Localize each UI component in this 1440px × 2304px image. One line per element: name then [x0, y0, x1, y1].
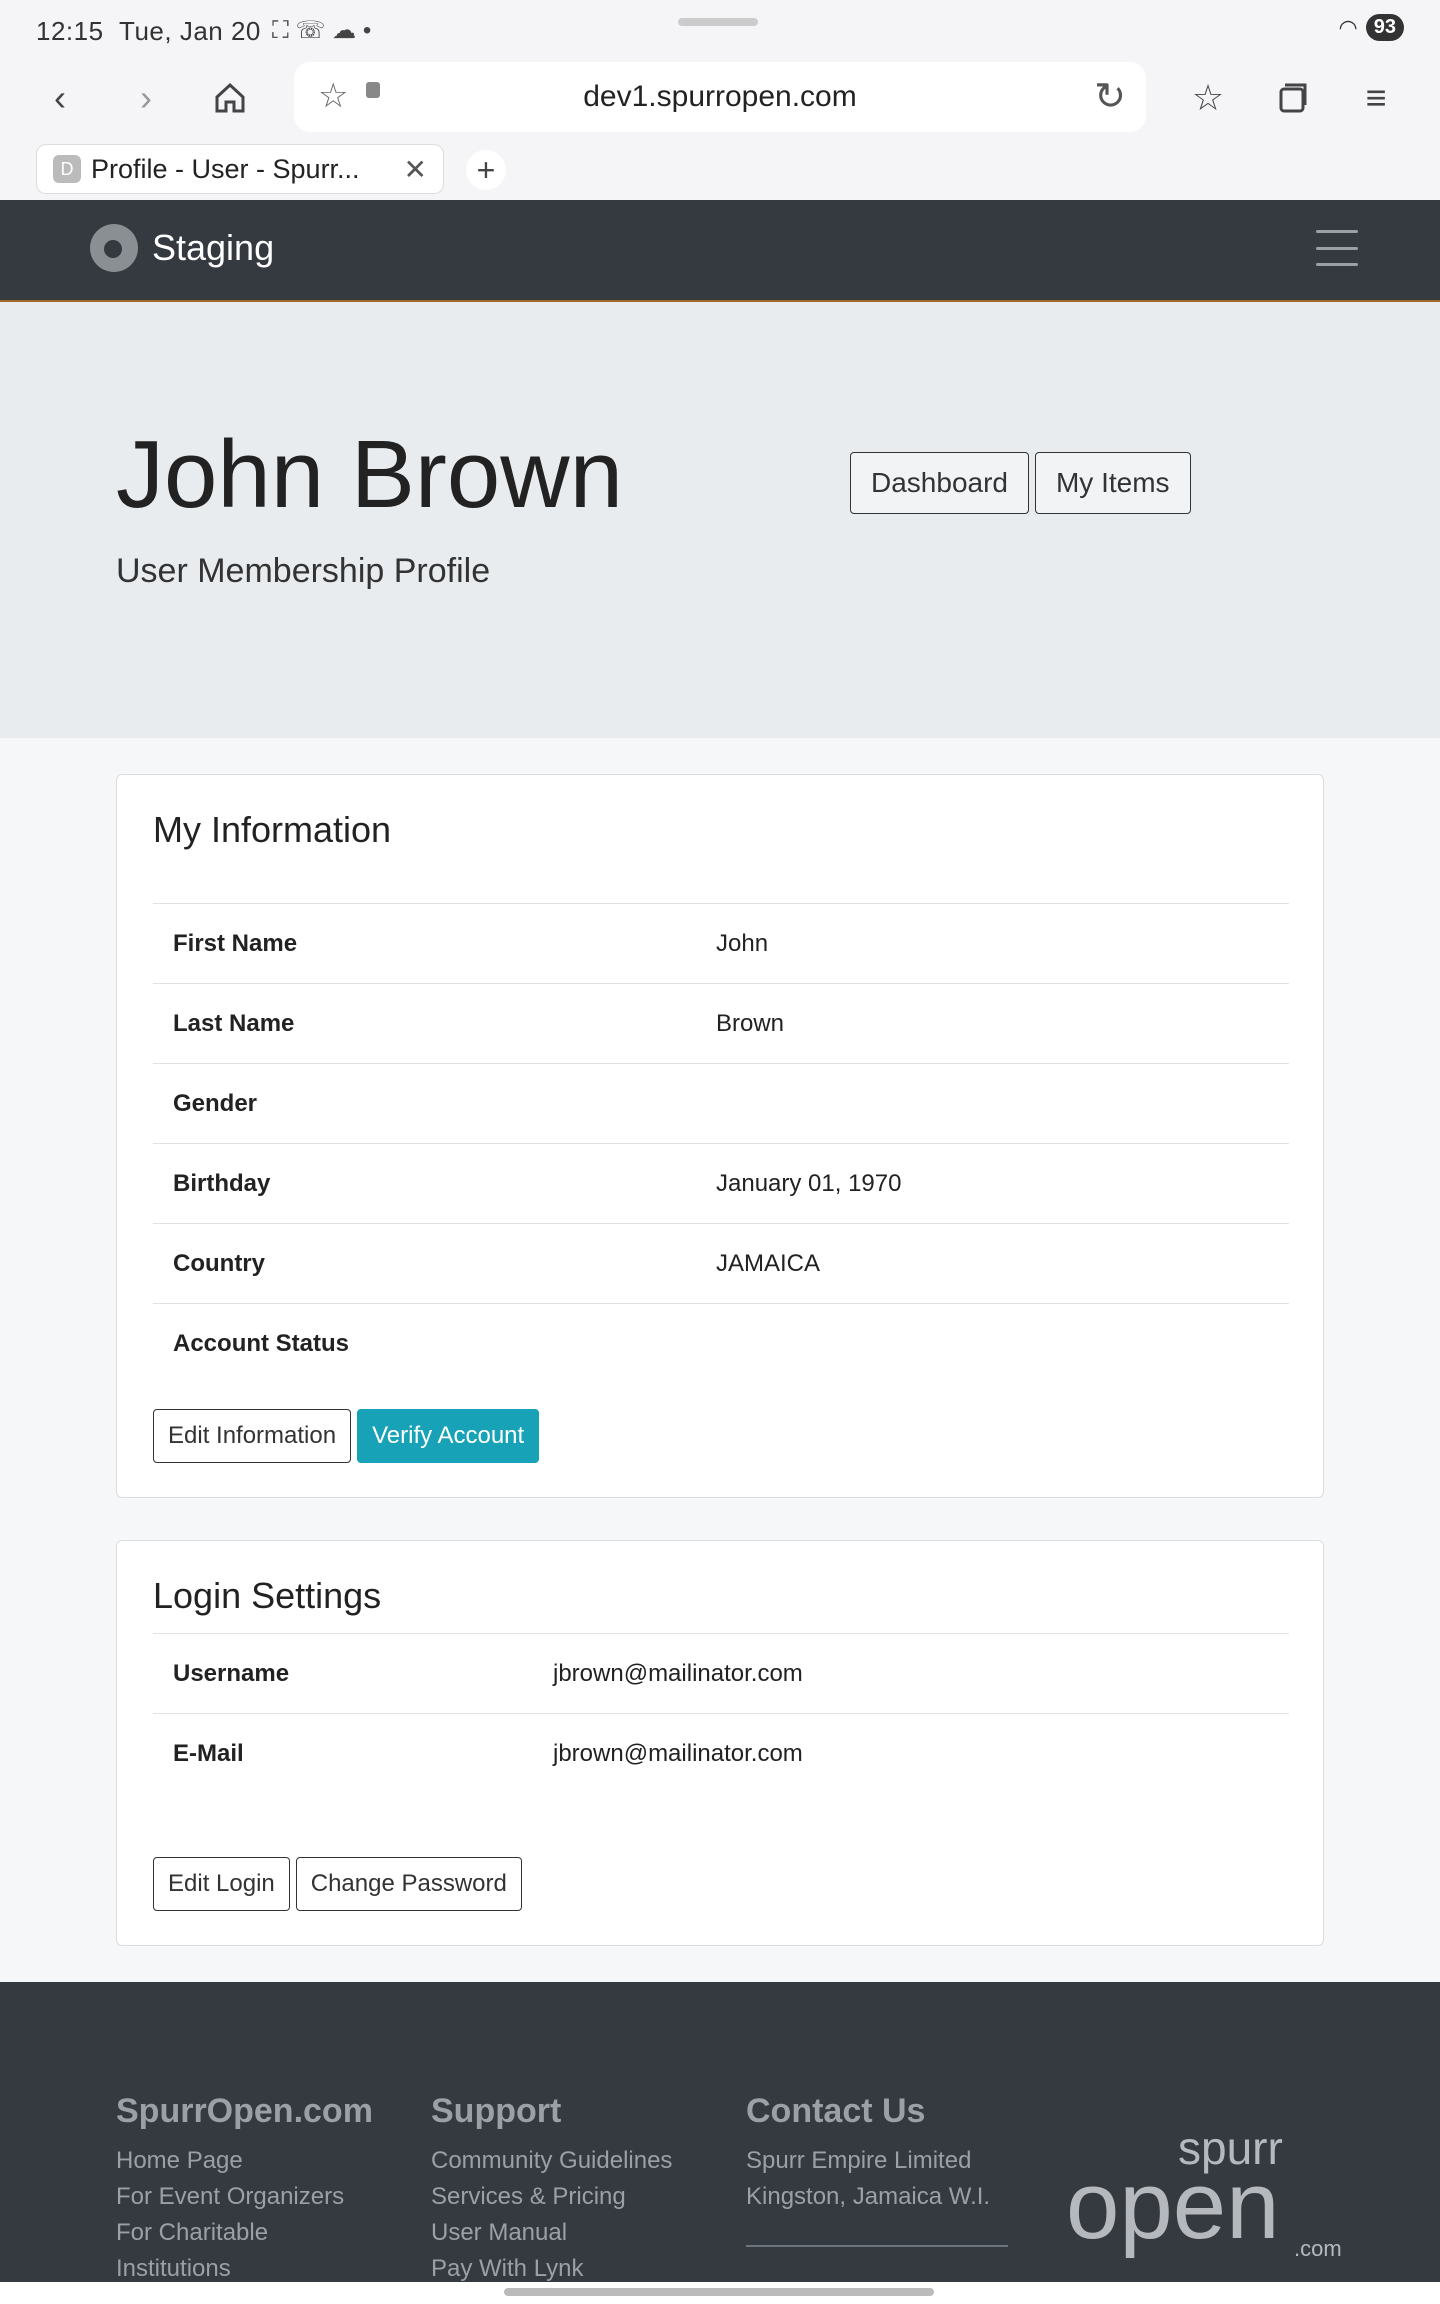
site-footer: SpurrOpen.com Home Page For Event Organi…: [0, 1982, 1440, 2282]
footer-link-charitable[interactable]: For Charitable: [116, 2215, 373, 2251]
favorites-icon[interactable]: ☆: [1180, 70, 1236, 126]
footer-link-pricing[interactable]: Services & Pricing: [431, 2179, 672, 2215]
profile-header: John Brown User Membership Profile Dashb…: [0, 302, 1440, 738]
user-name-heading: John Brown: [116, 421, 623, 528]
status-time: 12:15 Tue, Jan 20: [36, 16, 261, 46]
info-label: Account Status: [173, 1330, 350, 1357]
dashboard-button[interactable]: Dashboard: [850, 452, 1029, 514]
edit-information-button[interactable]: Edit Information: [153, 1409, 352, 1463]
info-label: First Name: [173, 930, 298, 957]
drag-handle[interactable]: [678, 18, 758, 26]
info-row: Country JAMAICA: [153, 1223, 1289, 1303]
wifi-icon: ◠: [1338, 14, 1358, 40]
status-bar: 12:15 Tue, Jan 20 ⛶ ☏ ☁ • ◠ 93: [0, 0, 1440, 58]
my-information-title: My Information: [153, 809, 392, 850]
menu-icon[interactable]: ≡: [1348, 70, 1404, 126]
info-label: Birthday: [173, 1170, 271, 1197]
verify-account-button[interactable]: Verify Account: [357, 1409, 540, 1463]
footer-heading: Support: [431, 2092, 562, 2130]
footer-link-home[interactable]: Home Page: [116, 2143, 373, 2179]
url-text: dev1.spurropen.com: [583, 80, 857, 113]
login-row: E-Mail jbrown@mailinator.com: [153, 1713, 1289, 1793]
info-row: Account Status: [153, 1303, 1289, 1383]
logo-text-suffix: .com: [1294, 2236, 1342, 2261]
home-icon[interactable]: [202, 70, 258, 126]
favicon-icon: D: [53, 155, 81, 183]
back-icon[interactable]: ‹: [32, 70, 88, 126]
footer-divider: [746, 2245, 1008, 2247]
reload-icon[interactable]: ↻: [1094, 74, 1126, 119]
footer-contact-line: Spurr Empire Limited: [746, 2147, 972, 2174]
info-label: Gender: [173, 1090, 258, 1117]
my-information-card: My Information First Name John Last Name…: [116, 774, 1324, 1498]
forward-icon[interactable]: ›: [118, 70, 174, 126]
brand-logo-icon: [90, 224, 138, 272]
header-buttons: Dashboard My Items: [850, 452, 1191, 514]
my-items-button[interactable]: My Items: [1034, 452, 1191, 514]
tabs-icon[interactable]: [1264, 70, 1320, 126]
login-settings-title: Login Settings: [153, 1575, 382, 1616]
logo-text-main: open: [1066, 2152, 1280, 2259]
brand-name: Staging: [152, 227, 275, 268]
info-row: Last Name Brown: [153, 983, 1289, 1063]
address-bar[interactable]: ☆ dev1.spurropen.com ↻: [294, 62, 1146, 132]
tab-strip: D Profile - User - Spurr... ✕ +: [0, 136, 1440, 200]
new-tab-button[interactable]: +: [466, 150, 506, 190]
info-value: JAMAICA: [716, 1250, 821, 1277]
info-row: First Name John: [153, 903, 1289, 983]
home-bar: [0, 2282, 1440, 2304]
login-settings-card: Login Settings Username jbrown@mailinato…: [116, 1540, 1324, 1946]
info-label: Last Name: [173, 1010, 295, 1037]
close-tab-icon[interactable]: ✕: [404, 153, 427, 186]
hamburger-menu-icon[interactable]: [1316, 230, 1358, 266]
info-label: Country: [173, 1250, 265, 1277]
brand-link[interactable]: Staging: [90, 224, 274, 272]
profile-subtitle: User Membership Profile: [116, 552, 491, 590]
footer-link-manual[interactable]: User Manual: [431, 2215, 672, 2251]
footer-heading: SpurrOpen.com: [116, 2092, 373, 2130]
battery-badge: 93: [1365, 14, 1404, 41]
status-right: ◠ 93: [1339, 14, 1404, 41]
login-label: E-Mail: [173, 1740, 244, 1767]
footer-link-guidelines[interactable]: Community Guidelines: [431, 2143, 672, 2179]
info-value: Brown: [716, 1010, 785, 1037]
site-navbar: Staging: [0, 200, 1440, 302]
footer-col-site: SpurrOpen.com Home Page For Event Organi…: [116, 2092, 373, 2287]
info-value: John: [716, 930, 769, 957]
footer-col-contact: Contact Us Spurr Empire Limited Kingston…: [746, 2092, 1008, 2247]
info-row: Gender: [153, 1063, 1289, 1143]
tab-title: Profile - User - Spurr...: [91, 153, 360, 184]
info-buttons: Edit Information Verify Account: [153, 1409, 540, 1463]
footer-contact-line: Kingston, Jamaica W.I.: [746, 2183, 991, 2210]
change-password-button[interactable]: Change Password: [295, 1857, 522, 1911]
footer-heading: Contact Us: [746, 2092, 926, 2130]
home-indicator[interactable]: [504, 2288, 934, 2296]
login-buttons: Edit Login Change Password: [153, 1857, 522, 1911]
login-value: jbrown@mailinator.com: [553, 1660, 803, 1687]
notification-icons: ⛶ ☏ ☁ •: [272, 17, 372, 44]
login-value: jbrown@mailinator.com: [553, 1740, 803, 1767]
login-row: Username jbrown@mailinator.com: [153, 1633, 1289, 1713]
browser-toolbar: ‹ › ☆ dev1.spurropen.com ↻ ☆ ≡: [0, 58, 1440, 136]
login-label: Username: [173, 1660, 290, 1687]
edit-login-button[interactable]: Edit Login: [153, 1857, 290, 1911]
browser-tab[interactable]: D Profile - User - Spurr... ✕: [36, 144, 444, 194]
info-row: Birthday January 01, 1970: [153, 1143, 1289, 1223]
footer-col-support: Support Community Guidelines Services & …: [431, 2092, 672, 2287]
footer-link-organizers[interactable]: For Event Organizers: [116, 2179, 373, 2215]
spurr-open-logo: spurr open .com: [1066, 2122, 1342, 2261]
info-value: January 01, 1970: [716, 1170, 902, 1197]
